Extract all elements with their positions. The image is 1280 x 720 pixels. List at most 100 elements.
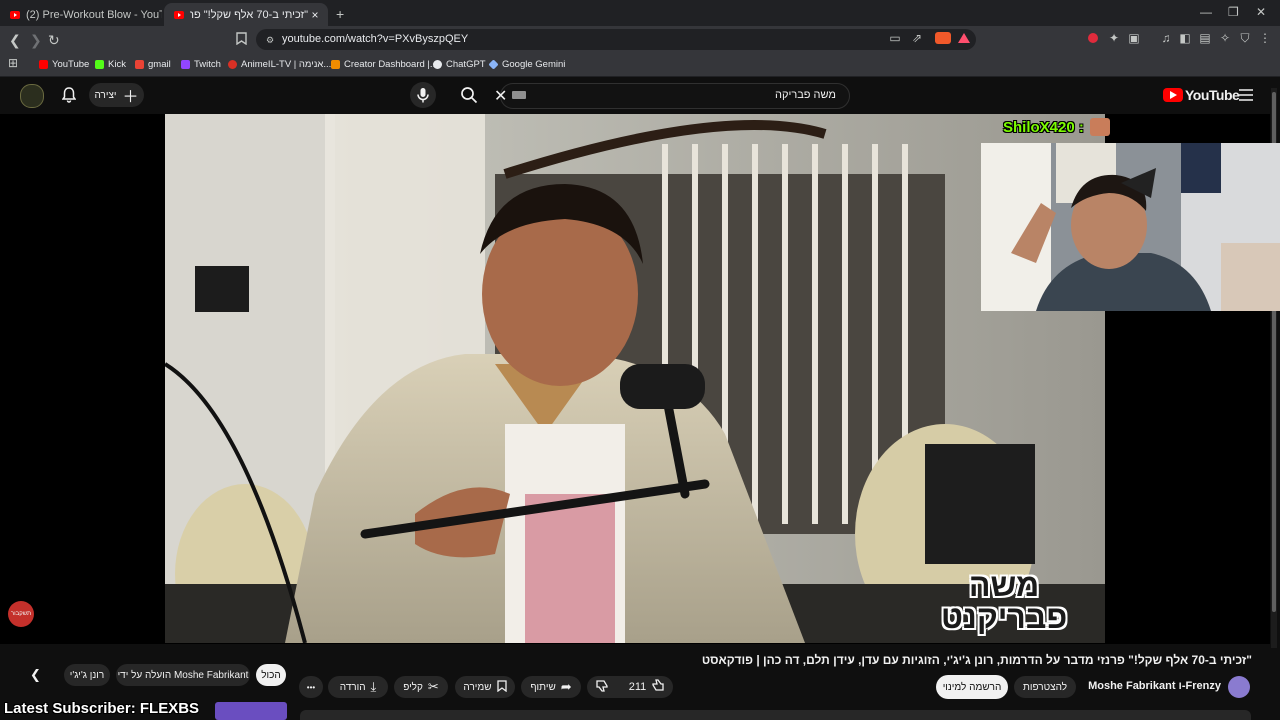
tab-title: (2) Pre-Workout Blow - YouTube [26,8,162,21]
bookmark-star-icon[interactable] [236,32,247,48]
vpn-shield-icon[interactable]: ⛉ [1239,32,1251,44]
wallet-icon[interactable]: ▤ [1199,32,1211,44]
bookmark-label: Twitch [194,58,221,70]
url-text[interactable]: youtube.com/watch?v=PXvByszpQEY [282,33,468,45]
dislike-icon[interactable] [596,679,609,695]
chatter-tag: ShiloX420 : [1003,118,1110,136]
reload-icon[interactable]: ↻ [48,32,60,49]
bookmark-gemini[interactable]: Google Gemini [488,57,566,71]
back-icon[interactable]: ❮ [9,32,21,49]
search-icon[interactable] [460,86,478,109]
youtube-icon [39,59,48,69]
media-icon[interactable]: ♫ [1160,32,1172,44]
clip-button[interactable]: קליפ ✂ [394,676,448,698]
clear-search-icon[interactable]: ✕ [494,86,507,106]
download-button[interactable]: הורדה ⤓ [328,676,388,698]
chip-ronen[interactable]: רונן ג'יג'י [64,664,110,686]
kick-icon [95,59,104,69]
channel-avatar[interactable] [1228,676,1250,698]
close-tab-icon[interactable]: × [308,8,322,22]
chip-all[interactable]: הכול [256,664,286,686]
bookmark-animeil[interactable]: AnimeIL-TV | אנימה... [228,57,331,71]
hamburger-menu-icon[interactable] [1239,88,1253,106]
site-info-icon[interactable]: ⚙ [264,34,276,46]
create-button[interactable]: יצירה ＋ [89,83,144,107]
extension-red-icon[interactable] [1088,33,1098,43]
notifications-bell-icon[interactable] [61,87,77,108]
bookmark-label: Kick [108,58,126,70]
forward-icon[interactable]: ❯ [30,32,42,49]
chatter-emote-icon [1089,118,1110,136]
chips-prev-icon[interactable]: ❮ [30,667,41,683]
webcam-overlay [981,143,1280,311]
animeil-icon [228,59,237,69]
like-count: 211 [628,681,647,693]
voice-search-button[interactable] [410,82,436,108]
download-label: הורדה [339,681,366,693]
install-icon[interactable]: ▭ [889,32,901,44]
ai-sparkle-icon[interactable]: ✧ [1219,32,1231,44]
menu-dots-icon[interactable]: ⋮ [1259,32,1271,44]
youtube-favicon-icon [10,10,20,19]
bookmark-label: ChatGPT [446,58,486,70]
search-input[interactable]: משה פבריקה [700,89,836,101]
tab-pre-workout[interactable]: (2) Pre-Workout Blow - YouTube [0,3,162,26]
youtube-logo-icon [1163,88,1183,102]
new-tab-button[interactable]: + [336,6,344,22]
brave-shield-icon[interactable] [935,32,951,44]
like-dislike-group: 211 [587,676,673,698]
bookmark-label: gmail [148,58,171,70]
tab-current-video[interactable]: "זכיתי ב-70 אלף שקל!" פרנזי מדבר × [164,3,328,26]
bookmark-label: Google Gemini [502,58,566,70]
minimize-button[interactable]: — [1200,5,1212,19]
description-box[interactable] [300,710,1251,720]
chatgpt-icon [433,59,442,69]
share-label: שיתוף [530,681,556,693]
more-actions-button[interactable]: ••• [299,676,323,698]
extensions-puzzle-icon[interactable]: ✦ [1108,32,1120,44]
like-icon[interactable] [651,679,664,695]
creator-dashboard-icon [331,59,340,69]
scissors-icon: ✂ [427,679,439,694]
join-button[interactable]: להצטרפות [1014,676,1076,698]
maximize-button[interactable]: ❐ [1228,5,1239,19]
bookmark-creator-dashboard[interactable]: Creator Dashboard |... [331,57,438,71]
screenshot-icon[interactable]: ▣ [1128,32,1140,44]
watermark-line-1: משה [968,567,1040,603]
share-page-icon[interactable]: ⇗ [911,32,923,44]
logo-text: YouTube [1185,87,1240,103]
close-window-button[interactable]: ✕ [1256,5,1266,19]
subscribe-button[interactable]: הרשמה למינוי [936,675,1008,699]
side-badge[interactable]: תשקבור [8,601,34,627]
video-watermark: משה פבריקנט [941,569,1067,633]
gemini-icon [488,58,499,70]
gmail-icon [135,59,144,69]
chip-uploaded-by[interactable]: הועלה על ידי Moshe Fabrikant [116,664,250,686]
channel-name[interactable]: Moshe Fabrikant ו-Frenzy [1087,680,1221,692]
avatar[interactable] [20,84,44,108]
bookmark-twitch[interactable]: Twitch [181,57,221,71]
bookmark-chatgpt[interactable]: ChatGPT [433,57,486,71]
sidebar-icon[interactable]: ◧ [1179,32,1191,44]
webcam-image [981,143,1280,311]
latest-subscriber-overlay: Latest Subscriber: FLEXBS [4,700,200,717]
bookmark-kick[interactable]: Kick [95,57,126,71]
keyboard-icon[interactable] [512,91,526,99]
youtube-logo[interactable]: YouTube [1163,87,1240,103]
bookmark-icon [496,679,507,695]
watermark-line-2: פבריקנט [941,599,1068,635]
save-button[interactable]: שמירה [455,676,515,698]
save-label: שמירה [463,681,492,693]
video-frame[interactable]: משה פבריקנט [165,114,1105,643]
recommended-thumbnail[interactable] [215,702,287,720]
bookmark-label: YouTube [52,58,90,70]
share-button[interactable]: שיתוף ➦ [521,676,581,698]
rewards-icon[interactable] [958,33,970,43]
bookmark-gmail[interactable]: gmail [135,57,171,71]
bookmark-youtube[interactable]: YouTube [39,57,89,71]
apps-grid-icon[interactable]: ⊞ [7,57,19,69]
twitch-icon [181,59,190,69]
download-icon: ⤓ [370,679,377,694]
bookmark-label: Creator Dashboard |... [344,58,438,70]
video-title: "זכיתי ב-70 אלף שקל!" פרנזי מדבר על הדרמ… [701,653,1252,667]
